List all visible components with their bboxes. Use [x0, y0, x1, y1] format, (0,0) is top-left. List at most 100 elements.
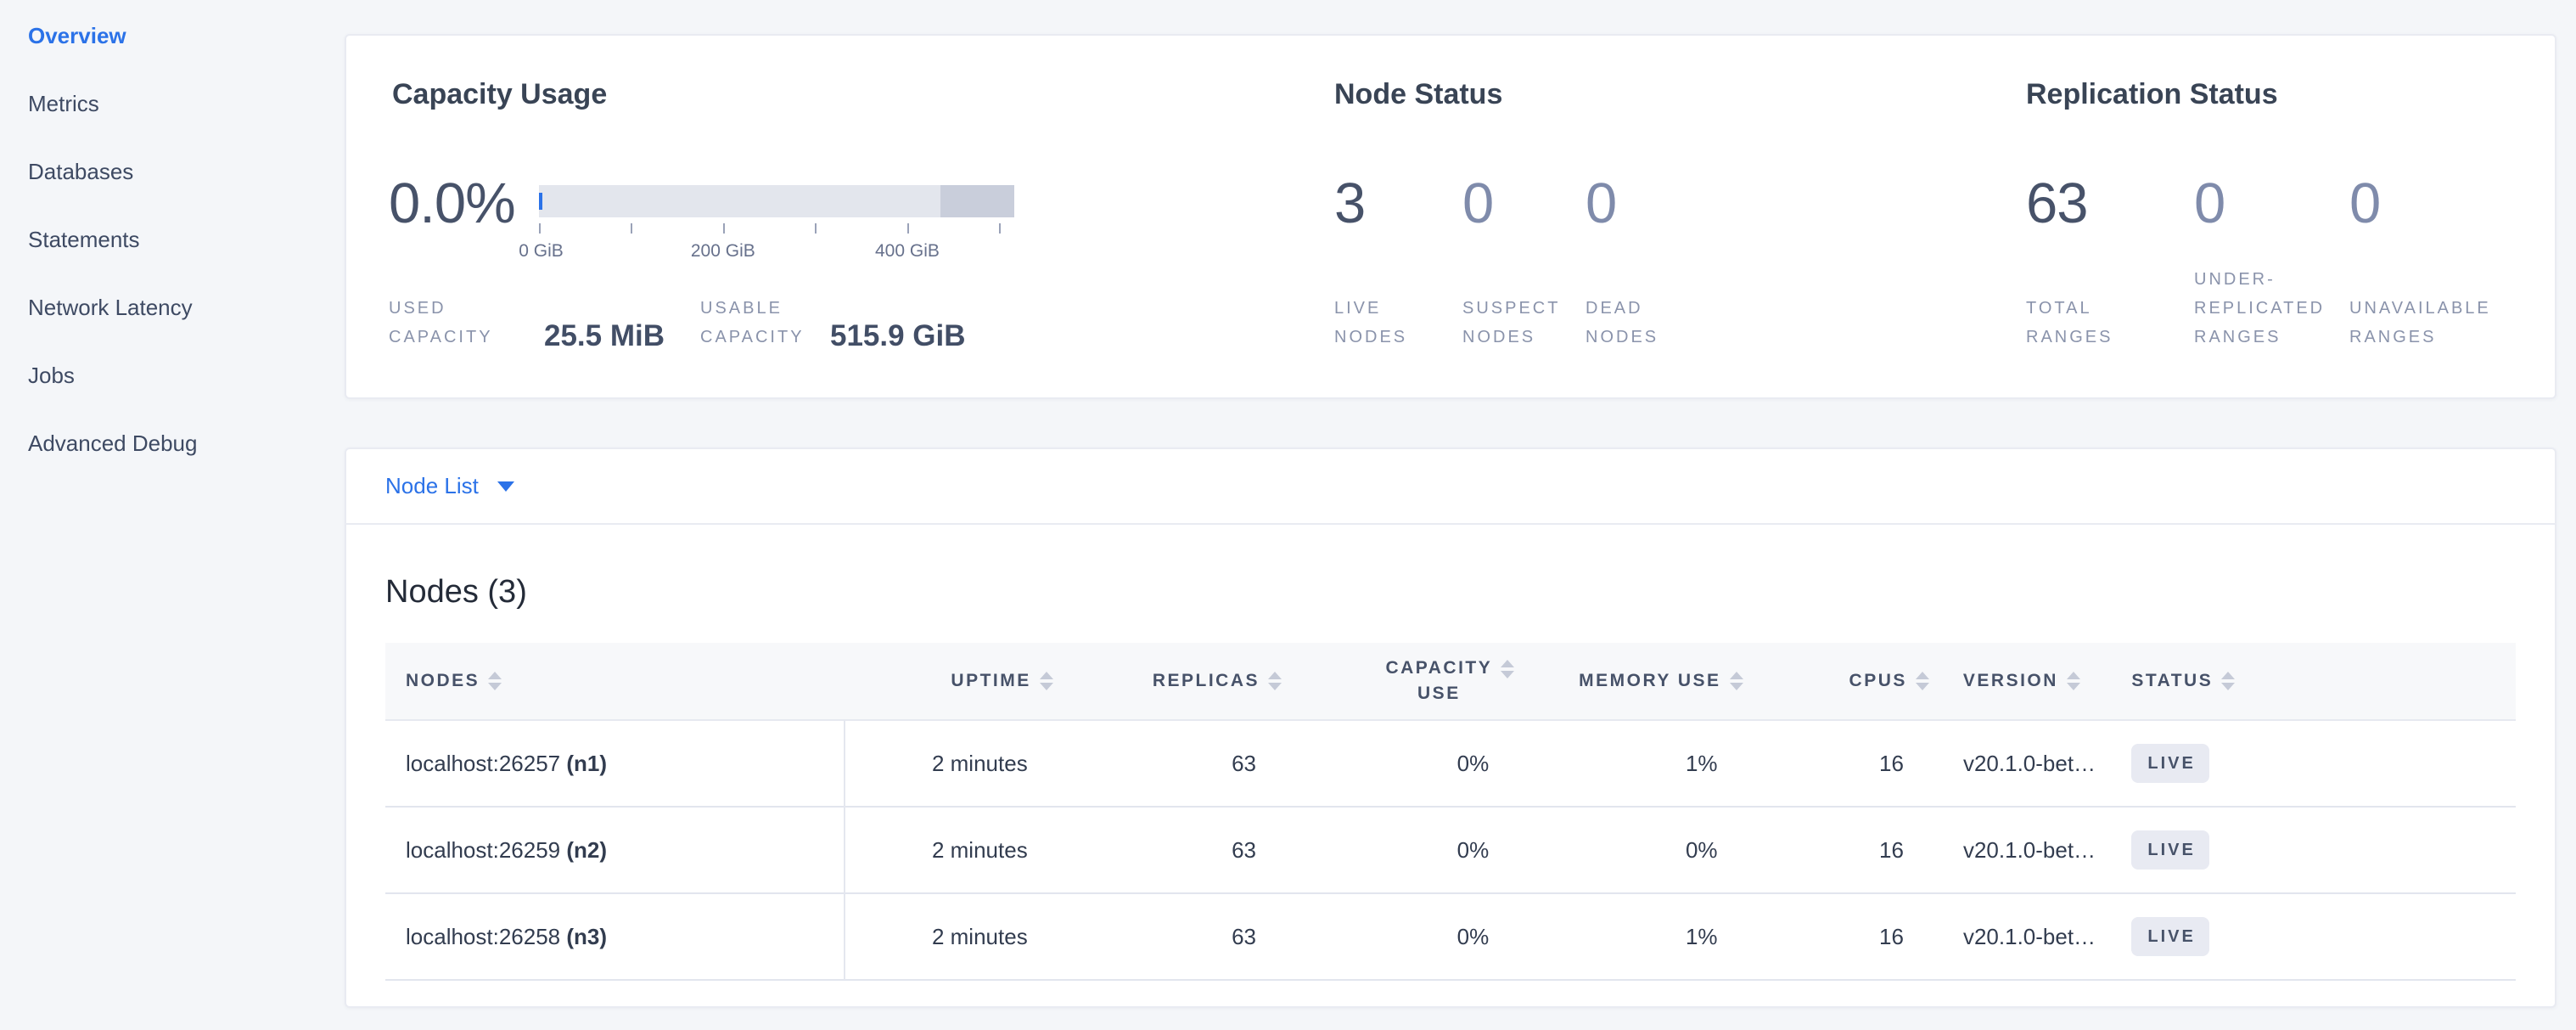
- sidebar-item-statements[interactable]: Statements: [0, 205, 316, 273]
- sidebar-item-overview[interactable]: Overview: [0, 2, 316, 70]
- node-address[interactable]: localhost:26259: [406, 837, 560, 863]
- replication-status-title: Replication Status: [2026, 78, 2278, 111]
- label-line: CAPACITY: [700, 323, 830, 352]
- nodes-table: NODES UPTIME REPLICAS CAPACITY USE MEMOR…: [385, 643, 2516, 981]
- sidebar-item-network-latency[interactable]: Network Latency: [0, 273, 316, 341]
- column-label: CPUS: [1849, 671, 1907, 691]
- status-cell: LIVE: [2119, 917, 2516, 956]
- node-name: (n1): [566, 751, 607, 776]
- replicas-cell: 63: [1064, 924, 1292, 950]
- sort-icon[interactable]: [1730, 672, 1743, 690]
- node-list-dropdown[interactable]: Node List: [385, 473, 514, 499]
- version-cell: v20.1.0-bet…: [1939, 924, 2119, 950]
- label-line: NODES: [1462, 323, 1585, 352]
- sort-icon[interactable]: [1040, 672, 1053, 690]
- cpus-cell: 16: [1754, 924, 1939, 950]
- node-list-header-bar: Node List: [346, 449, 2555, 525]
- usable-capacity-stat: USABLE CAPACITY 515.9 GiB: [700, 294, 966, 352]
- table-row-node-1[interactable]: localhost:26257 (n1) 2 minutes 63 0% 1% …: [385, 721, 2516, 808]
- sort-icon[interactable]: [2067, 672, 2080, 690]
- cpus-cell: 16: [1754, 751, 1939, 777]
- sidebar-item-advanced-debug[interactable]: Advanced Debug: [0, 409, 316, 477]
- axis-tick: [723, 223, 725, 234]
- sidebar-item-metrics[interactable]: Metrics: [0, 70, 316, 138]
- usable-capacity-label: USABLE CAPACITY: [700, 294, 830, 352]
- version-cell: v20.1.0-bet…: [1939, 837, 2119, 864]
- column-label: MEMORY USE: [1579, 671, 1720, 691]
- caret-down-icon[interactable]: [497, 481, 514, 492]
- nodes-count-heading: Nodes (3): [385, 574, 2555, 611]
- label-line: UNAVAILABLE: [2349, 294, 2491, 323]
- column-header-nodes[interactable]: NODES: [385, 643, 844, 719]
- capacity-bar-track: [539, 185, 1014, 217]
- label-line: USED: [389, 294, 544, 323]
- node-status-title: Node Status: [1334, 78, 1502, 111]
- status-badge: LIVE: [2131, 744, 2208, 783]
- sidebar-item-databases[interactable]: Databases: [0, 138, 316, 205]
- capacity-axis-labels: 0 GiB 200 GiB 400 GiB: [539, 241, 1014, 263]
- node-list-card: Node List Nodes (3) NODES UPTIME REPLICA…: [345, 447, 2556, 1008]
- capacity-usage-title: Capacity Usage: [392, 78, 607, 111]
- label-line: RANGES: [2194, 323, 2349, 352]
- column-header-capacity-use[interactable]: CAPACITY USE: [1292, 643, 1524, 719]
- status-cell: LIVE: [2119, 830, 2516, 870]
- version-cell: v20.1.0-bet…: [1939, 751, 2119, 777]
- column-label-line: USE: [1385, 681, 1492, 706]
- node-address[interactable]: localhost:26257: [406, 751, 560, 776]
- label-line: REPLICATED: [2194, 294, 2349, 323]
- sidebar: Overview Metrics Databases Statements Ne…: [0, 0, 316, 477]
- live-nodes-label: LIVE NODES: [1334, 294, 1462, 352]
- column-header-uptime[interactable]: UPTIME: [844, 643, 1063, 719]
- column-label: STATUS: [2131, 671, 2213, 691]
- axis-tick: [999, 223, 1001, 234]
- table-row-node-2[interactable]: localhost:26259 (n2) 2 minutes 63 0% 0% …: [385, 808, 2516, 894]
- dead-nodes-value: 0: [1585, 175, 1658, 232]
- total-ranges-label: TOTAL RANGES: [2026, 294, 2194, 352]
- column-header-version[interactable]: VERSION: [1939, 643, 2119, 719]
- sort-icon[interactable]: [2221, 672, 2235, 690]
- uptime-cell: 2 minutes: [844, 720, 1063, 807]
- nodes-table-header: NODES UPTIME REPLICAS CAPACITY USE MEMOR…: [385, 643, 2516, 721]
- capacity-use-cell: 0%: [1292, 837, 1524, 864]
- column-label: VERSION: [1963, 671, 2058, 691]
- column-label: REPLICAS: [1153, 671, 1260, 691]
- sort-icon[interactable]: [1268, 672, 1282, 690]
- axis-tick: [631, 223, 632, 234]
- node-address-cell[interactable]: localhost:26258 (n3): [385, 924, 844, 950]
- column-header-replicas[interactable]: REPLICAS: [1064, 643, 1292, 719]
- label-line: USABLE: [700, 294, 830, 323]
- table-row-node-3[interactable]: localhost:26258 (n3) 2 minutes 63 0% 1% …: [385, 894, 2516, 981]
- under-replicated-ranges-value: 0: [2194, 175, 2349, 232]
- node-status-stats: 3 0 0 LIVE NODES SUSPECT NODES DEAD NODE…: [1334, 175, 1658, 352]
- capacity-bar-other-segment: [940, 185, 1013, 217]
- axis-tick: [815, 223, 817, 234]
- axis-label: 200 GiB: [691, 241, 755, 262]
- sidebar-item-jobs[interactable]: Jobs: [0, 341, 316, 409]
- capacity-stats: USED CAPACITY 25.5 MiB USABLE CAPACITY 5…: [389, 294, 966, 352]
- suspect-nodes-label: SUSPECT NODES: [1462, 294, 1585, 352]
- node-address-cell[interactable]: localhost:26259 (n2): [385, 837, 844, 864]
- replication-status-section: Replication Status 63 0 0 TOTAL RANGES U…: [2026, 36, 2552, 397]
- sort-icon[interactable]: [488, 672, 502, 690]
- column-header-memory-use[interactable]: MEMORY USE: [1524, 643, 1753, 719]
- used-capacity-label: USED CAPACITY: [389, 294, 544, 352]
- label-line: NODES: [1334, 323, 1462, 352]
- column-header-cpus[interactable]: CPUS: [1754, 643, 1939, 719]
- live-nodes-value: 3: [1334, 175, 1462, 232]
- suspect-nodes-value: 0: [1462, 175, 1585, 232]
- sort-icon[interactable]: [1916, 672, 1929, 690]
- label-line: CAPACITY: [389, 323, 544, 352]
- label-line: SUSPECT: [1462, 294, 1585, 323]
- capacity-percent: 0.0%: [389, 175, 515, 263]
- uptime-cell: 2 minutes: [844, 807, 1063, 893]
- sort-icon[interactable]: [1501, 660, 1514, 678]
- capacity-bar-used-segment: [539, 193, 542, 210]
- capacity-use-cell: 0%: [1292, 751, 1524, 777]
- unavailable-ranges-label: UNAVAILABLE RANGES: [2349, 294, 2491, 352]
- dead-nodes-label: DEAD NODES: [1585, 294, 1658, 352]
- capacity-gauge: 0.0% 0 GiB 200 GiB 400 GiB: [389, 175, 1014, 263]
- node-address-cell[interactable]: localhost:26257 (n1): [385, 751, 844, 777]
- status-badge: LIVE: [2131, 830, 2208, 870]
- node-address[interactable]: localhost:26258: [406, 924, 560, 949]
- column-header-status[interactable]: STATUS: [2119, 643, 2516, 719]
